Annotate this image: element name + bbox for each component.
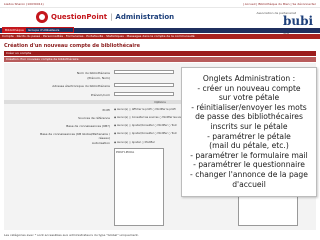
callout-line: Onglets Administration : — [202, 74, 296, 83]
bubi-logo: bubi Les bibliothécaires en ligne — [283, 10, 317, 35]
callout-line: inscrits sur le pétale — [210, 121, 288, 131]
autorisation-radio-group[interactable]: ◉ Aucun(s) ○ Ajouter ○ Modifier — [114, 141, 155, 144]
left-textarea[interactable]: POUH-POUA — [114, 148, 164, 226]
callout-line: - créer un nouveau compte — [197, 83, 301, 93]
callout-line: d'accueil — [232, 179, 266, 189]
sub-nav-items[interactable]: Compte · Récits du passé · Personnalités… — [2, 34, 195, 39]
field-label-firstname: Prénom/nom — [90, 93, 110, 97]
tabs-highlight — [2, 27, 74, 33]
form-subheader-bar: Création d'un nouveau compte de biblioth… — [4, 57, 316, 62]
callout-line: - changer l'annonce de la page — [190, 169, 308, 179]
option-label-kb-global: Base de connaissances (KB Global/Partena… — [40, 132, 110, 140]
profile-radio-group[interactable]: ◉ Aucun(s) ○ Afficher le profil ○ Modifi… — [114, 108, 176, 111]
field-label-name-hint: (Prénom, Nom) — [87, 76, 110, 80]
form-subheader-label: Création d'un nouveau compte de biblioth… — [6, 57, 79, 61]
field-label-email: Adresse électronique du bibliothécaire — [52, 84, 110, 88]
top-bar: Lledos Sharon (10030011) | Accueil | Bib… — [0, 0, 320, 8]
option-label-sources: Sources de référence — [78, 116, 110, 120]
librarian-name-input[interactable] — [114, 70, 174, 74]
form-header-bar: Créer un compte — [4, 51, 316, 56]
option-label-kb: Base de connaissances (KB?) — [66, 124, 110, 128]
section-name: Administration — [115, 13, 175, 21]
questionpoint-logo-icon — [36, 11, 48, 23]
questionpoint-logo[interactable]: QuestionPoint | Administration — [36, 10, 174, 24]
callout-line: (mail du pétale, etc.) — [209, 141, 289, 151]
sources-radio-group[interactable]: ◉ Aucun(s) ○ Consulter les sources ○ Mod… — [114, 116, 187, 119]
callout-line: - paramétrer le questionnaire — [193, 160, 305, 170]
user-name: Lledos Sharon (10030011) — [4, 2, 44, 6]
form-header-label: Créer un compte — [6, 51, 32, 55]
admin-note: Les catégories avec * sont accessibles a… — [4, 233, 139, 237]
librarian-email-input[interactable] — [114, 83, 174, 87]
field-label-name: Nom du bibliothécaire — [76, 71, 110, 75]
brand-separator: | — [110, 13, 113, 21]
option-label-autorisation: Autorisation — [91, 141, 110, 145]
option-label-profile: Profil — [102, 108, 110, 112]
kb-global-radio-group[interactable]: ◉ Aucun(s) ○ Ajouter/Consulter ○ Modifie… — [114, 132, 177, 135]
brand-name: QuestionPoint — [51, 13, 108, 21]
top-links[interactable]: | Accueil | Bibliothèque du Bien | Se dé… — [243, 2, 316, 6]
page-title: Création d'un nouveau compte de biblioth… — [4, 43, 140, 49]
callout-line: - paramétrer le pétale — [207, 131, 291, 141]
sub-nav: Compte · Récits du passé · Personnalités… — [0, 34, 320, 39]
callout-line: - réinitialiser/envoyer les mots — [191, 102, 307, 112]
callout-line: sur votre pétale — [218, 93, 280, 103]
bubi-logo-text: bubi — [283, 14, 314, 28]
annotation-callout: Onglets Administration : - créer un nouv… — [181, 67, 317, 197]
callout-line: - paramétrer le formulaire mail — [190, 150, 308, 160]
kb-radio-group[interactable]: ◉ Aucun(s) ○ Ajouter/Consulter ○ Modifie… — [114, 124, 177, 127]
librarian-firstname-input[interactable] — [114, 92, 174, 96]
callout-line: de passe des bibliothécaires — [195, 112, 303, 122]
